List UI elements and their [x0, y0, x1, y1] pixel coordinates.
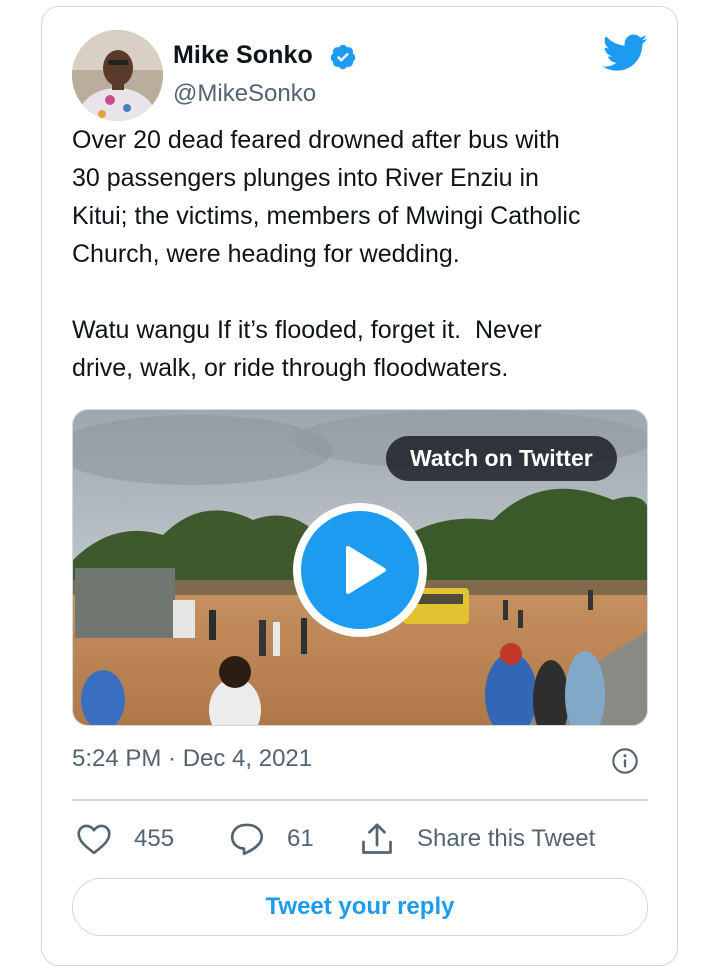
- divider: [72, 799, 648, 801]
- share-button[interactable]: Share this Tweet: [359, 817, 595, 861]
- reply-button[interactable]: 61: [229, 817, 314, 861]
- author-name[interactable]: Mike Sonko: [173, 41, 313, 70]
- like-button[interactable]: 455: [76, 817, 174, 861]
- verified-badge-icon: [330, 44, 356, 70]
- info-icon[interactable]: [611, 747, 639, 775]
- heart-icon: [77, 824, 111, 855]
- reply-count: 61: [287, 825, 314, 852]
- avatar[interactable]: [72, 30, 163, 121]
- twitter-bird-icon[interactable]: [603, 34, 648, 72]
- play-button[interactable]: [293, 503, 427, 637]
- share-label: Share this Tweet: [417, 825, 596, 852]
- tweet-text: Over 20 dead feared drowned after bus wi…: [72, 126, 581, 382]
- tweet-timestamp[interactable]: 5:24 PM · Dec 4, 2021: [72, 745, 312, 773]
- like-count: 455: [134, 825, 175, 852]
- play-icon: [346, 546, 386, 594]
- reply-icon: [230, 823, 264, 856]
- watch-on-twitter-button[interactable]: Watch on Twitter: [386, 436, 617, 481]
- share-icon: [362, 823, 392, 854]
- tweet-your-reply-button[interactable]: Tweet your reply: [72, 878, 648, 936]
- author-handle[interactable]: @MikeSonko: [173, 80, 316, 108]
- video-thumbnail[interactable]: Watch on Twitter: [72, 409, 648, 726]
